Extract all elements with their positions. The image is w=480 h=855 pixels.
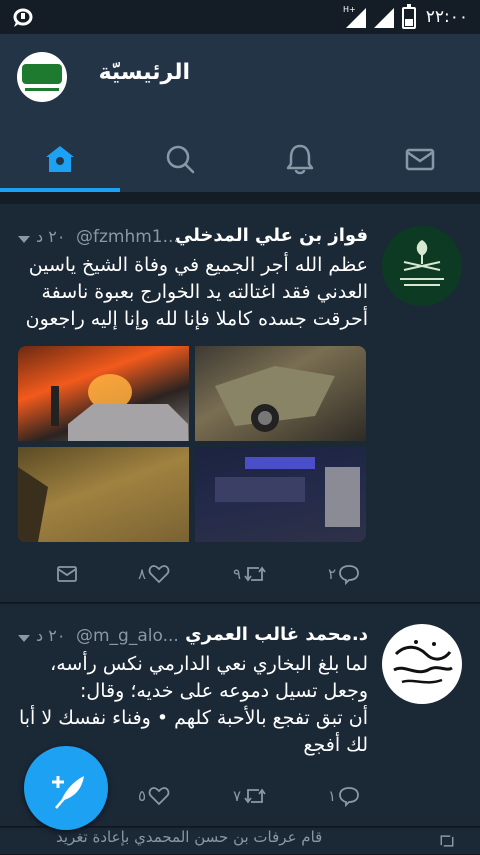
tab-bar bbox=[0, 130, 480, 192]
reply-button[interactable]: ١ bbox=[328, 784, 360, 808]
tweet-card-partial[interactable]: قام عرفات بن حسن المحمدي بإعادة تغريد bbox=[0, 828, 480, 855]
like-count: ٥ bbox=[138, 787, 147, 805]
reply-count: ١ bbox=[328, 787, 337, 805]
reply-button[interactable]: ٢ bbox=[328, 562, 360, 586]
tab-search[interactable] bbox=[120, 130, 240, 188]
tweet-media-grid[interactable] bbox=[18, 346, 366, 542]
chevron-down-icon[interactable] bbox=[18, 236, 30, 243]
tweet-time: ٢٠ د bbox=[36, 227, 66, 246]
retweet-icon bbox=[244, 788, 266, 804]
tweet-text-line: وجعل تسيل دموعه على خديه؛ وقال: bbox=[80, 680, 368, 702]
media-image[interactable] bbox=[195, 346, 366, 441]
saudi-emblem-icon bbox=[382, 226, 462, 306]
avatar-text-line bbox=[25, 88, 59, 91]
tweet-author-handle[interactable]: @m_g_alo... bbox=[76, 626, 179, 646]
tweet-text-line: أحرقت جسده كاملا فإنا لله وإنا إليه راجع… bbox=[25, 308, 368, 330]
app-header: الرئيسيّة bbox=[0, 34, 480, 192]
tab-notifications[interactable] bbox=[240, 130, 360, 188]
tab-home[interactable] bbox=[0, 130, 120, 188]
tweet-avatar[interactable] bbox=[382, 624, 462, 704]
retweet-count: ٩ bbox=[233, 565, 242, 583]
heart-icon bbox=[148, 565, 170, 584]
page-title: الرئيسيّة bbox=[98, 60, 190, 85]
reply-icon bbox=[339, 565, 359, 585]
tweet-card[interactable]: فواز بن علي المدخلي @fzmhm1... ٢٠ د عظم … bbox=[0, 204, 480, 603]
retweeted-by-label: قام عرفات بن حسن المحمدي بإعادة تغريد bbox=[56, 828, 323, 846]
tweet-text: عظم الله أجر الجميع في وفاة الشيخ ياسين … bbox=[16, 252, 368, 333]
media-image[interactable] bbox=[18, 346, 189, 441]
tweet-author-name[interactable]: فواز بن علي المدخلي bbox=[175, 225, 368, 246]
tweet-text-line: عظم الله أجر الجميع في وفاة الشيخ ياسين bbox=[28, 254, 368, 276]
retweet-icon bbox=[440, 835, 454, 847]
avatar-banner bbox=[22, 64, 62, 84]
retweet-button[interactable]: ٧ bbox=[233, 784, 267, 808]
reply-icon bbox=[339, 787, 359, 807]
search-icon bbox=[166, 145, 195, 174]
tweet-text-line: العدني فقد اغتالته يد الخوارج بعبوة ناسف… bbox=[41, 281, 368, 303]
compose-tweet-button[interactable] bbox=[24, 746, 108, 830]
tweet-actions: ٢ ٩ ٨ bbox=[52, 562, 372, 586]
notification-icon bbox=[13, 8, 33, 27]
retweet-icon bbox=[244, 566, 266, 582]
active-tab-indicator bbox=[0, 188, 120, 192]
feather-plus-icon bbox=[52, 776, 84, 809]
reply-count: ٢ bbox=[328, 565, 337, 583]
chevron-down-icon[interactable] bbox=[18, 635, 30, 642]
mail-icon bbox=[405, 148, 435, 171]
calligraphy-avatar-icon bbox=[393, 640, 453, 684]
like-button[interactable]: ٥ bbox=[138, 784, 170, 808]
tweet-text: لما بلغ البخاري نعي الدارمي نكس رأسه، وج… bbox=[16, 651, 368, 759]
status-time: ٢٢:٠٠ bbox=[425, 7, 468, 27]
envelope-icon bbox=[57, 566, 77, 582]
retweet-count: ٧ bbox=[233, 787, 242, 805]
heart-icon bbox=[148, 787, 170, 806]
retweet-button[interactable]: ٩ bbox=[233, 562, 267, 586]
home-icon bbox=[46, 146, 74, 172]
battery-icon bbox=[402, 4, 416, 29]
tweet-author-name[interactable]: د.محمد غالب العمري bbox=[185, 624, 368, 645]
status-bar: H+ ٢٢:٠٠ bbox=[0, 0, 480, 34]
tweet-text-line: لما بلغ البخاري نعي الدارمي نكس رأسه، bbox=[50, 653, 368, 675]
tweet-author-handle[interactable]: @fzmhm1... bbox=[76, 227, 179, 247]
like-count: ٨ bbox=[138, 565, 147, 583]
signal-icon-2 bbox=[374, 8, 394, 28]
tweet-avatar[interactable] bbox=[382, 226, 462, 306]
tweet-text-line: أن تبق تفجع بالأحبة كلهم • وفناء نفسك لا… bbox=[18, 707, 368, 729]
profile-avatar[interactable] bbox=[17, 52, 67, 102]
media-image[interactable] bbox=[18, 447, 189, 542]
signal-icon bbox=[346, 8, 366, 28]
bell-icon bbox=[286, 144, 314, 175]
direct-message-button[interactable] bbox=[56, 562, 78, 586]
tweet-time: ٢٠ د bbox=[36, 626, 66, 645]
like-button[interactable]: ٨ bbox=[138, 562, 170, 586]
media-image[interactable] bbox=[195, 447, 366, 542]
tab-messages[interactable] bbox=[360, 130, 480, 188]
